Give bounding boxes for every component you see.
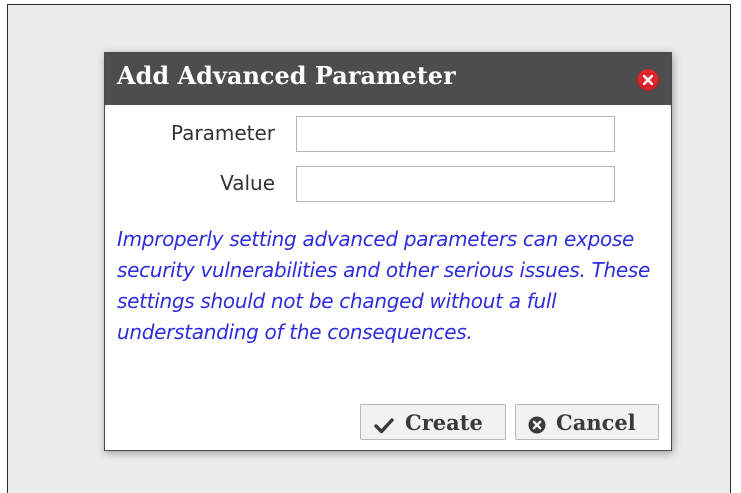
parameter-input[interactable]: [296, 116, 615, 152]
cancel-button-label: Cancel: [556, 410, 636, 435]
close-icon: [643, 75, 653, 85]
parameter-label: Parameter: [170, 121, 275, 145]
create-button-label: Create: [405, 410, 483, 435]
value-label: Value: [220, 171, 275, 195]
cancel-circle-icon: [528, 414, 546, 439]
add-advanced-parameter-dialog: Add Advanced Parameter Parameter Value I…: [104, 52, 672, 451]
cancel-button[interactable]: Cancel: [515, 404, 659, 440]
dialog-title: Add Advanced Parameter: [117, 61, 456, 90]
checkmark-icon: [374, 414, 394, 439]
value-input[interactable]: [296, 166, 615, 202]
app-background: Add Advanced Parameter Parameter Value I…: [7, 4, 731, 493]
dialog-titlebar: Add Advanced Parameter: [105, 53, 671, 105]
close-button[interactable]: [637, 69, 659, 91]
create-button[interactable]: Create: [360, 404, 506, 440]
warning-message: Improperly setting advanced parameters c…: [117, 227, 651, 344]
